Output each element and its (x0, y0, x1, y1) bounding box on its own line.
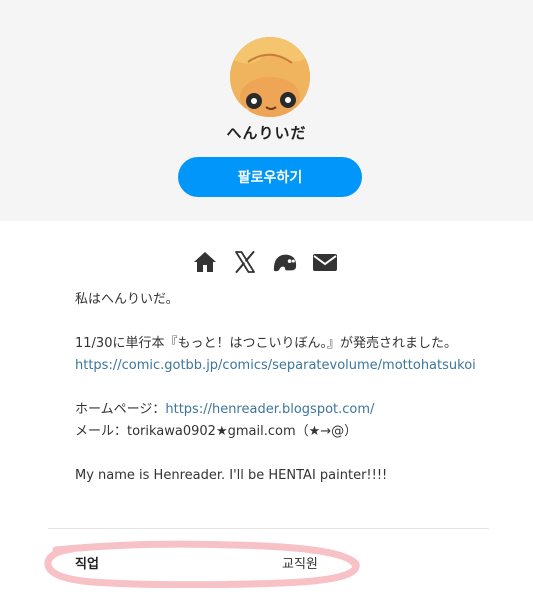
pawoo-icon[interactable] (272, 249, 298, 275)
home-icon[interactable] (192, 249, 218, 275)
mail-icon[interactable] (312, 249, 338, 275)
bio-english: My name is Henreader. I'll be HENTAI pai… (75, 468, 388, 483)
job-label: 직업 (75, 557, 99, 572)
profile-name: へんりいだ (226, 124, 307, 142)
comic-link[interactable]: https://comic.gotbb.jp/comics/separatevo… (75, 358, 476, 373)
divider (48, 528, 489, 529)
bio-release-note: 11/30に単行本『もっと！はつこいりぼん。』が発売されました。 (75, 336, 457, 351)
bio-intro: 私はへんりいだ。 (75, 292, 179, 307)
job-value: 교직원 (282, 557, 318, 572)
follow-button[interactable]: 팔로우하기 (178, 157, 362, 197)
social-links (192, 249, 338, 275)
homepage-label: ホームページ： (75, 402, 166, 417)
mail-line: メール：torikawa0902★gmail.com（★→@） (75, 424, 358, 439)
x-icon[interactable] (232, 249, 258, 275)
avatar[interactable] (230, 37, 310, 117)
homepage-link[interactable]: https://henreader.blogspot.com/ (165, 402, 374, 417)
profile-bio: 私はへんりいだ。 11/30に単行本『もっと！はつこいりぼん。』が発売されました… (75, 289, 495, 487)
